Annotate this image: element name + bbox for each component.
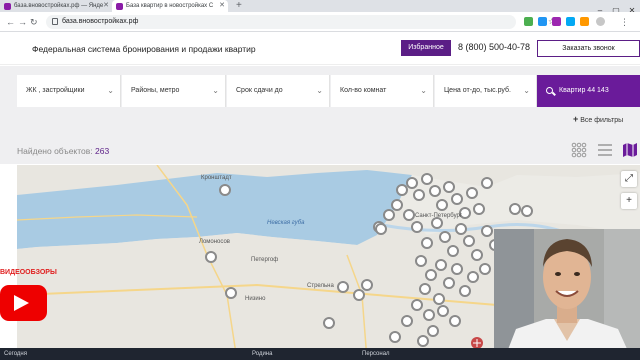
request-call-button[interactable]: Заказать звонок [537,40,640,57]
list-view-icon[interactable] [597,142,613,158]
extension-icon[interactable] [552,17,561,26]
zoom-in-button[interactable]: + [621,193,637,209]
filter-label: Срок сдачи до [236,87,283,94]
youtube-play-icon[interactable] [0,285,47,321]
extension-icon[interactable] [538,17,547,26]
chevron-down-icon: ⌄ [212,86,219,95]
site-favicon-icon [116,3,123,10]
phone-link[interactable]: 8 (800) 500-40-78 [458,42,530,52]
taskbar-item[interactable]: Сегодня [4,348,27,360]
filter-price-select[interactable]: Цена от-до, тыс.руб. ⌄ [435,75,537,107]
close-tab-icon[interactable]: ✕ [103,0,109,12]
results-label: Найдено объектов: [17,146,93,156]
extension-icon[interactable] [566,17,575,26]
os-taskbar: Сегодня Родина Персонал [0,348,640,360]
video-reviews-label: ВИДЕООБЗОРЫ [0,269,57,276]
search-apartments-button[interactable]: Квартир 44 143 [537,75,640,107]
tab-label: база.вновостройках.рф — Янде [14,3,104,9]
chevron-down-icon: ⌄ [523,86,530,95]
all-filters-label: Все фильтры [580,117,624,124]
map-label: Ломоносов [199,239,230,245]
search-button-label: Квартир 44 143 [559,87,609,94]
site-title: Федеральная система бронирования и прода… [32,44,256,54]
new-tab-button[interactable]: + [236,0,242,12]
map-label: Петергоф [251,257,279,263]
map-water-label: Невская губа [267,220,305,226]
filter-rooms-select[interactable]: Кол-во комнат ⌄ [331,75,434,107]
results-count: Найдено объектов: 263 [17,146,109,156]
webcam-overlay [494,229,640,360]
chevron-down-icon: ⌄ [316,86,323,95]
map-label: Санкт-Петербург [415,213,463,219]
taskbar-item[interactable]: Родина [252,348,272,360]
grid-view-icon[interactable] [571,142,587,158]
fullscreen-icon[interactable]: ⤢ [621,171,637,187]
favorites-button[interactable]: Избранное [401,40,451,56]
map-label: Стрельна [307,283,334,289]
filter-label: Районы, метро [131,87,180,94]
address-bar[interactable]: база.вновостройках.рф ☆ [46,15,555,29]
tab-label: База квартир в новостройках С [126,3,214,9]
filter-district-select[interactable]: Районы, метро ⌄ [122,75,226,107]
browser-tab-active[interactable]: База квартир в новостройках С ✕ [112,0,228,12]
browser-tab[interactable]: база.вновостройках.рф — Янде ✕ [0,0,112,12]
extension-icon[interactable] [580,17,589,26]
browser-toolbar: ← → ↻ база.вновостройках.рф ☆ ⋮ [0,12,640,32]
results-number: 263 [95,146,110,156]
back-icon[interactable]: ← [6,15,15,29]
site-header: Федеральная система бронирования и прода… [0,33,640,65]
profile-avatar[interactable] [596,17,605,26]
extension-icon[interactable] [524,17,533,26]
filter-label: Цена от-до, тыс.руб. [444,87,511,94]
map-label: Низино [245,296,266,302]
chevron-down-icon: ⌄ [107,86,114,95]
filter-label: Кол-во комнат [340,87,387,94]
url-text: база.вновостройках.рф [62,18,139,25]
taskbar-item[interactable]: Персонал [362,348,390,360]
site-favicon-icon [4,3,11,10]
filter-deadline-select[interactable]: Срок сдачи до ⌄ [227,75,330,107]
browser-tab-bar: база.вновостройках.рф — Янде ✕ База квар… [0,0,640,15]
plus-icon: + [573,114,579,124]
menu-icon[interactable]: ⋮ [620,15,629,29]
lock-icon [52,18,58,25]
reload-icon[interactable]: ↻ [30,15,38,29]
filter-developer-select[interactable]: ЖК , застройщики ⌄ [17,75,121,107]
presenter-video [494,229,640,360]
close-tab-icon[interactable]: ✕ [219,0,225,12]
search-icon [546,87,553,94]
window-controls: – ▢ ✕ [592,0,640,15]
chevron-down-icon: ⌄ [420,86,427,95]
all-filters-link[interactable]: + Все фильтры [573,114,623,124]
map-label: Кронштадт [201,175,232,181]
map-view-icon[interactable] [622,142,638,158]
forward-icon[interactable]: → [18,15,27,29]
filter-label: ЖК , застройщики [26,87,85,94]
